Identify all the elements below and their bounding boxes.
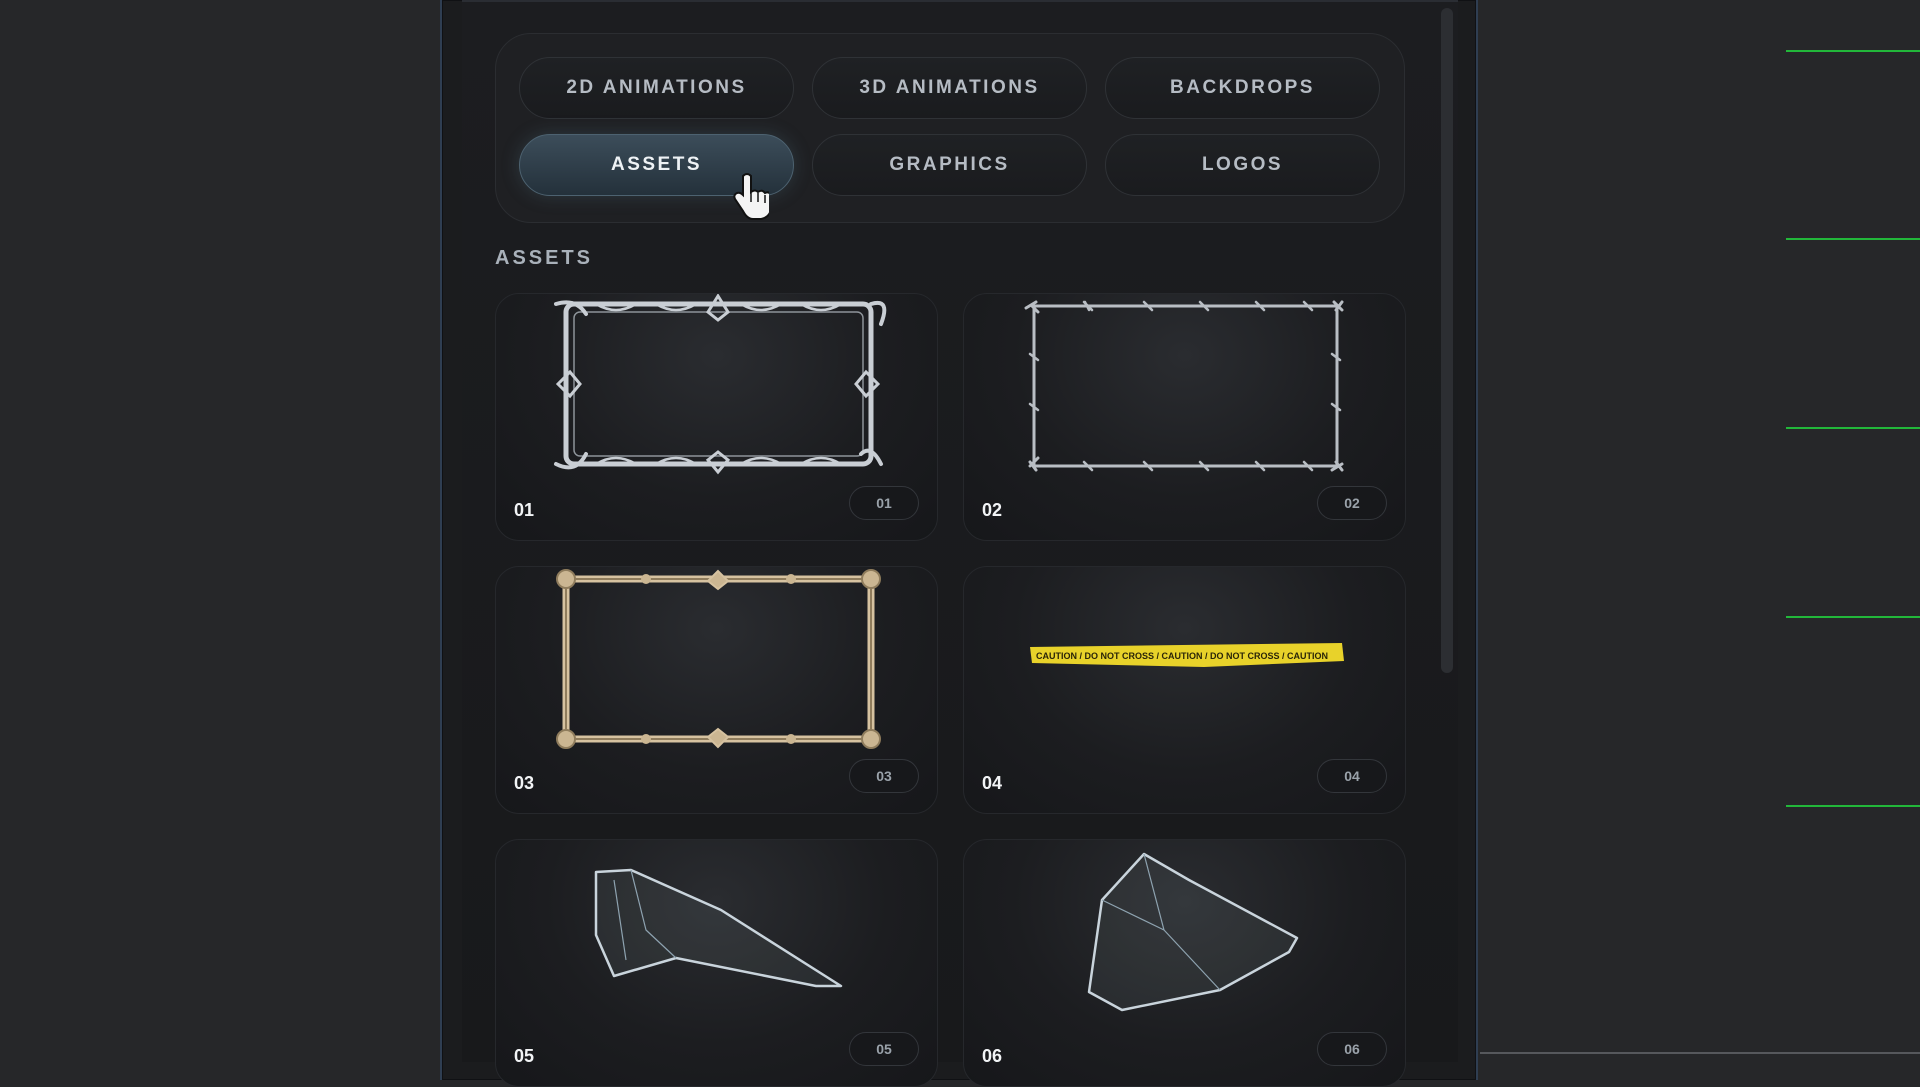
card-badge[interactable]: 01: [849, 486, 919, 520]
timeline-track: [1480, 1052, 1920, 1054]
asset-card-03[interactable]: 03 03: [495, 566, 938, 814]
asset-card-06[interactable]: 06 06: [963, 839, 1406, 1087]
silver-thorn-frame-icon: [554, 294, 887, 475]
section-title: ASSETS: [495, 247, 594, 269]
card-title: 03: [514, 773, 535, 793]
card-badge[interactable]: 06: [1317, 1032, 1387, 1066]
scrollbar[interactable]: [1441, 8, 1453, 673]
asset-card-01[interactable]: 01 01: [495, 293, 938, 541]
tab-backdrops[interactable]: BACKDROPS: [1105, 57, 1380, 119]
tab-graphics[interactable]: GRAPHICS: [812, 134, 1087, 196]
timeline-marker: [1786, 50, 1920, 52]
card-title: 02: [982, 500, 1003, 520]
card-title: 05: [514, 1046, 535, 1066]
tab-2d-animations[interactable]: 2D ANIMATIONS: [519, 57, 794, 119]
card-badge[interactable]: 05: [849, 1032, 919, 1066]
card-badge[interactable]: 03: [849, 759, 919, 793]
bone-frame-icon: [556, 569, 881, 749]
timeline-marker: [1786, 427, 1920, 429]
hand-cursor-icon: [733, 173, 769, 220]
caution-tape-text: CAUTION / DO NOT CROSS / CAUTION / DO NO…: [1036, 651, 1328, 661]
card-badge[interactable]: 04: [1317, 759, 1387, 793]
glass-shard-icon: [1087, 852, 1299, 1012]
timeline-marker: [1786, 238, 1920, 240]
glass-shard-icon: [594, 868, 843, 988]
asset-card-02[interactable]: 02 02: [963, 293, 1406, 541]
card-title: 01: [514, 500, 535, 520]
timeline-marker: [1786, 616, 1920, 618]
timeline-marker: [1786, 805, 1920, 807]
tab-3d-animations[interactable]: 3D ANIMATIONS: [812, 57, 1087, 119]
card-title: 06: [982, 1046, 1003, 1066]
tab-logos[interactable]: LOGOS: [1105, 134, 1380, 196]
card-title: 04: [982, 773, 1003, 793]
asset-card-05[interactable]: 05 05: [495, 839, 938, 1087]
caution-tape-icon: CAUTION / DO NOT CROSS / CAUTION / DO NO…: [1030, 643, 1344, 667]
asset-card-04[interactable]: CAUTION / DO NOT CROSS / CAUTION / DO NO…: [963, 566, 1406, 814]
card-badge[interactable]: 02: [1317, 486, 1387, 520]
barbed-wire-frame-icon: [1024, 300, 1344, 472]
